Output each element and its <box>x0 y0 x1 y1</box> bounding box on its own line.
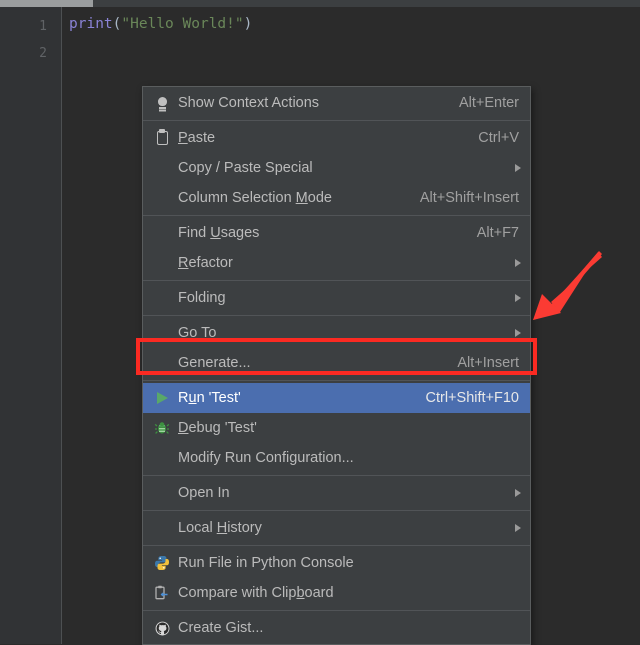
menu-item-open-in[interactable]: Open In <box>143 478 530 508</box>
line-number-1: 1 <box>39 19 47 34</box>
menu-separator <box>143 545 530 546</box>
menu-item-compare-with-clipboard[interactable]: Compare with Clipboard <box>143 578 530 608</box>
github-icon <box>151 618 173 638</box>
menu-item-label: Open In <box>178 485 230 501</box>
menu-separator <box>143 380 530 381</box>
menu-item-label: Run File in Python Console <box>178 555 354 571</box>
debug-bug-icon <box>151 418 173 438</box>
code-token-close-paren: ) <box>243 16 253 32</box>
menu-item-shortcut: Alt+F7 <box>476 225 519 241</box>
menu-item-label: Create Gist... <box>178 620 264 636</box>
menu-item-shortcut: Alt+Enter <box>458 95 519 111</box>
menu-item-label: Folding <box>178 290 226 306</box>
submenu-arrow-icon <box>511 489 521 497</box>
menu-item-generate[interactable]: Generate... Alt+Insert <box>143 348 530 378</box>
no-icon <box>151 158 173 178</box>
no-icon <box>151 288 173 308</box>
menu-item-label: Column Selection Mode <box>178 190 332 206</box>
no-icon <box>151 253 173 273</box>
menu-item-label: Refactor <box>178 255 233 271</box>
menu-separator <box>143 610 530 611</box>
compare-clipboard-icon <box>151 583 173 603</box>
menu-item-label: Modify Run Configuration... <box>178 450 354 466</box>
code-line-1: print("Hello World!") <box>69 15 252 34</box>
menu-item-go-to[interactable]: Go To <box>143 318 530 348</box>
clipboard-paste-icon <box>151 128 173 148</box>
code-token-function: print <box>69 16 113 32</box>
line-number-2: 2 <box>39 46 47 61</box>
editor-context-menu[interactable]: Show Context Actions Alt+Enter Paste Ctrl+V… <box>142 86 531 645</box>
submenu-arrow-icon <box>511 294 521 302</box>
menu-item-shortcut: Ctrl+V <box>478 130 519 146</box>
no-icon <box>151 448 173 468</box>
menu-separator <box>143 215 530 216</box>
menu-item-column-selection-mode[interactable]: Column Selection Mode Alt+Shift+Insert <box>143 183 530 213</box>
submenu-arrow-icon <box>511 524 521 532</box>
menu-item-label: Generate... <box>178 355 251 371</box>
horizontal-scrollbar-thumb[interactable] <box>0 0 93 7</box>
editor-gutter[interactable]: 1 2 <box>0 7 62 644</box>
no-icon <box>151 353 173 373</box>
no-icon <box>151 483 173 503</box>
menu-item-run-file-in-python-console[interactable]: Run File in Python Console <box>143 548 530 578</box>
no-icon <box>151 223 173 243</box>
python-icon <box>151 553 173 573</box>
menu-item-label: Compare with Clipboard <box>178 585 334 601</box>
submenu-arrow-icon <box>511 259 521 267</box>
menu-item-find-usages[interactable]: Find Usages Alt+F7 <box>143 218 530 248</box>
run-play-icon <box>151 388 173 408</box>
no-icon <box>151 323 173 343</box>
menu-item-debug-test[interactable]: Debug 'Test' <box>143 413 530 443</box>
menu-item-label: Go To <box>178 325 217 341</box>
menu-item-create-gist[interactable]: Create Gist... <box>143 613 530 643</box>
menu-separator <box>143 315 530 316</box>
menu-item-label: Find Usages <box>178 225 260 241</box>
menu-separator <box>143 475 530 476</box>
menu-item-run-test[interactable]: Run 'Test' Ctrl+Shift+F10 <box>143 383 530 413</box>
menu-item-shortcut: Alt+Shift+Insert <box>419 190 519 206</box>
menu-item-label: Local History <box>178 520 262 536</box>
code-token-string: "Hello World!" <box>121 16 244 32</box>
menu-item-label: Debug 'Test' <box>178 420 257 436</box>
lightbulb-icon <box>151 93 173 113</box>
menu-item-refactor[interactable]: Refactor <box>143 248 530 278</box>
menu-item-local-history[interactable]: Local History <box>143 513 530 543</box>
menu-item-shortcut: Alt+Insert <box>457 355 519 371</box>
submenu-arrow-icon <box>511 164 521 172</box>
horizontal-scrollbar-track[interactable] <box>0 0 640 7</box>
menu-item-modify-run-configuration[interactable]: Modify Run Configuration... <box>143 443 530 473</box>
menu-item-shortcut: Ctrl+Shift+F10 <box>425 390 520 406</box>
menu-separator <box>143 510 530 511</box>
menu-item-label: Copy / Paste Special <box>178 160 313 176</box>
no-icon <box>151 518 173 538</box>
submenu-arrow-icon <box>511 329 521 337</box>
menu-separator <box>143 280 530 281</box>
menu-item-label: Run 'Test' <box>178 390 241 406</box>
menu-item-label: Paste <box>178 130 216 146</box>
menu-item-label: Show Context Actions <box>178 95 320 111</box>
menu-item-show-context-actions[interactable]: Show Context Actions Alt+Enter <box>143 88 530 118</box>
menu-item-paste[interactable]: Paste Ctrl+V <box>143 123 530 153</box>
menu-separator <box>143 120 530 121</box>
menu-item-copy-paste-special[interactable]: Copy / Paste Special <box>143 153 530 183</box>
no-icon <box>151 188 173 208</box>
menu-item-folding[interactable]: Folding <box>143 283 530 313</box>
